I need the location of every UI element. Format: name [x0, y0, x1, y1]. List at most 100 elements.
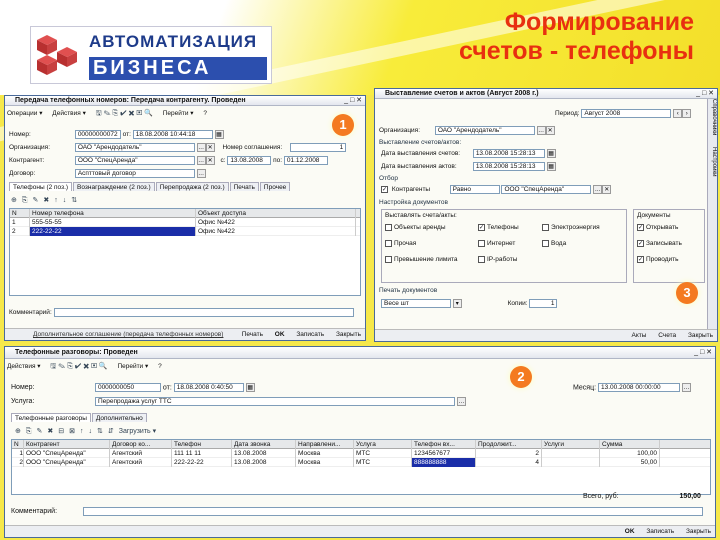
w3-chk-internet[interactable]	[478, 240, 485, 247]
w3-acts-button[interactable]: Акты	[631, 332, 646, 339]
w2-menu-goto[interactable]: Перейти ▾	[117, 363, 148, 370]
w1-po-field[interactable]: 01.12.2008	[283, 156, 328, 165]
w2-nomer-field[interactable]: 0000000050	[94, 383, 161, 392]
w1-nomsogl-field[interactable]: 1	[290, 143, 347, 152]
w3-chk-other-label: Прочая	[394, 240, 417, 248]
w3-print-select[interactable]: Весе шт	[381, 299, 451, 308]
w1-tab-print[interactable]: Печать	[229, 182, 259, 191]
w3-copies-field[interactable]: 1	[529, 299, 558, 308]
w2-close-button[interactable]: Закрыть	[686, 528, 711, 535]
w3-org-field[interactable]: ОАО "Арендодатель"	[434, 126, 535, 135]
w3-period-next-icon[interactable]: ›	[682, 109, 692, 118]
w3-org-clear-icon[interactable]: ✕	[545, 126, 555, 135]
w1-org-clear-icon[interactable]: ✕	[205, 143, 215, 152]
w3-invoices-button[interactable]: Счета	[658, 332, 676, 339]
w2-save-button[interactable]: Записать	[646, 528, 674, 535]
w3-kontr-checkbox[interactable]: ✓	[381, 186, 388, 193]
w1-toolbar-icons[interactable]: 🖫 ✎ ⎘ ✔ ✖ ▣ 🔍	[96, 110, 153, 117]
w1-menu-help[interactable]: ?	[203, 110, 207, 117]
window2-controls[interactable]: _ □ ✕	[694, 347, 712, 359]
w2-tab-calls[interactable]: Телефонные разговоры	[11, 413, 91, 422]
w1-save-button[interactable]: Записать	[296, 331, 324, 338]
w3-date1-calendar-icon[interactable]: ▦	[546, 149, 556, 158]
w2-date-field[interactable]: 18.08.2008 0:40:50	[173, 383, 244, 392]
w2-month-field[interactable]: 13.00.2008 00:00:00	[598, 383, 681, 392]
w1-date-field[interactable]: 18.08.2008 10:44:18	[132, 130, 213, 139]
w3-chk-ip[interactable]	[478, 256, 485, 263]
w1-s-field[interactable]: 13.08.2008	[227, 156, 272, 165]
w2-ok-button[interactable]: OK	[625, 528, 635, 535]
w3-chk-open[interactable]: ✓	[637, 224, 644, 231]
w1-calendar-icon[interactable]: ▦	[214, 130, 224, 139]
w1-menu-goto[interactable]: Перейти ▾	[163, 110, 194, 117]
w2-calendar-icon[interactable]: ▦	[245, 383, 255, 392]
w1-tab-other[interactable]: Прочее	[259, 182, 291, 191]
w3-chk-post[interactable]: ✓	[637, 256, 644, 263]
w1-kontr-field[interactable]: ООО "СпецАренда"	[74, 156, 195, 165]
w1-org-select-icon[interactable]: …	[196, 143, 206, 152]
w2-service-field[interactable]: Перепродажа услуг ТТС	[94, 397, 455, 406]
w3-date2-field[interactable]: 13.08.2008 15:28:13	[472, 162, 545, 171]
w3-period-field[interactable]: Август 2008	[581, 109, 672, 118]
window-phone-transfer: Передача телефонных номеров: Передача ко…	[4, 95, 366, 341]
w2-r2-phone-in: 888888888	[412, 458, 476, 467]
w3-chk-other[interactable]	[385, 240, 392, 247]
w3-date2-calendar-icon[interactable]: ▦	[546, 162, 556, 171]
w3-org-select-icon[interactable]: …	[536, 126, 546, 135]
table-row[interactable]: 1 555-55-55 Офис №422	[10, 218, 360, 227]
w2-grid-toolbar[interactable]: ⊕ ⎘ ✎ ✖ ⊟ ⊠ ↑ ↓ ⇅ ⇵ Загрузить ▾	[15, 427, 161, 436]
w1-menu-operations[interactable]: Операции ▾	[7, 110, 42, 117]
window3-titlebar: Выставление счетов и актов (Август 2008 …	[375, 89, 717, 99]
w3-chk-water[interactable]	[542, 240, 549, 247]
w3-print-dropdown-icon[interactable]: ▾	[452, 299, 462, 308]
w1-close-button[interactable]: Закрыть	[336, 331, 361, 338]
window3-controls[interactable]: _ □ ✕	[696, 89, 714, 99]
w3-chk-rent[interactable]	[385, 224, 392, 231]
w1-dog-select-icon[interactable]: …	[196, 169, 206, 178]
w3-kontr-field[interactable]: ООО "СпецАренда"	[501, 185, 592, 194]
window1-controls[interactable]: _ □ ✕	[344, 96, 362, 106]
w1-menu-actions[interactable]: Действия ▾	[52, 110, 86, 117]
w1-dog-field[interactable]: Аспттовый договор	[74, 169, 195, 178]
w3-chk-power[interactable]	[542, 224, 549, 231]
w1-tab-reward[interactable]: Вознаграждение (2 поз.)	[73, 182, 155, 191]
w3-chk-rent-label: Объекты аренды	[394, 224, 446, 232]
w1-tab-phones[interactable]: Телефоны (2 поз.)	[9, 182, 73, 191]
w2-col-service: Услуга	[354, 440, 412, 449]
w3-close-button[interactable]: Закрыть	[688, 332, 713, 339]
w1-footer-link[interactable]: Дополнительное соглашение (передача теле…	[33, 329, 223, 340]
w3-chk-limit[interactable]	[385, 256, 392, 263]
w2-toolbar-icons[interactable]: 🖫 ✎ ⎘ ✔ ✖ ▣ 🔍	[50, 363, 107, 370]
w2-service-select-icon[interactable]: …	[456, 397, 466, 406]
table-row[interactable]: 1 ООО "СпецАренда" Агентский 111 11 11 13.08…	[12, 449, 710, 458]
w3-chk-phones[interactable]: ✓	[478, 224, 485, 231]
w2-tab-additional[interactable]: Дополнительно	[91, 413, 147, 422]
w3-side-tab-refs[interactable]: Справочники	[711, 99, 717, 135]
w1-comment-field[interactable]	[53, 308, 354, 317]
w3-kontr-select-icon[interactable]: …	[593, 185, 603, 194]
w3-kontr-clear-icon[interactable]: ✕	[602, 185, 612, 194]
w3-kontr-cond[interactable]: Равно	[449, 185, 500, 194]
w3-side-tab-settings[interactable]: Настройки	[711, 147, 717, 176]
w2-menu-help[interactable]: ?	[158, 363, 162, 370]
w1-r2-phone: 222-22-22	[30, 227, 196, 236]
w1-tab-resale[interactable]: Перепродажа (2 поз.)	[155, 182, 229, 191]
w2-month-select-icon[interactable]: …	[681, 383, 691, 392]
w2-menu-actions[interactable]: Действия ▾	[7, 363, 41, 370]
w1-kontr-select-icon[interactable]: …	[196, 156, 206, 165]
table-row[interactable]: 2 222-22-22 Офис №422	[10, 227, 360, 236]
w2-footer: OK Записать Закрыть	[5, 525, 715, 537]
w2-load-button[interactable]: Загрузить ▾	[119, 428, 156, 435]
w1-grid-toolbar[interactable]: ⊕ ⎘ ✎ ✖ ↑ ↓ ⇅	[11, 196, 82, 205]
w2-comment-field[interactable]	[82, 507, 703, 516]
w3-otbor-label: Отбор	[379, 175, 398, 182]
w3-period-prev-icon[interactable]: ‹	[673, 109, 683, 118]
w1-nomer-field[interactable]: 00000000072	[74, 130, 121, 139]
w3-date1-field[interactable]: 13.08.2008 15:28:13	[472, 149, 545, 158]
w1-org-field[interactable]: ОАО "Арендодатель"	[74, 143, 195, 152]
w3-chk-write[interactable]: ✓	[637, 240, 644, 247]
w1-kontr-clear-icon[interactable]: ✕	[205, 156, 215, 165]
w1-print-button[interactable]: Печать	[242, 331, 263, 338]
w1-ok-button[interactable]: OK	[275, 331, 285, 338]
table-row[interactable]: 2 ООО "СпецАренда" Агентский 222-22-22 13.08…	[12, 458, 710, 467]
